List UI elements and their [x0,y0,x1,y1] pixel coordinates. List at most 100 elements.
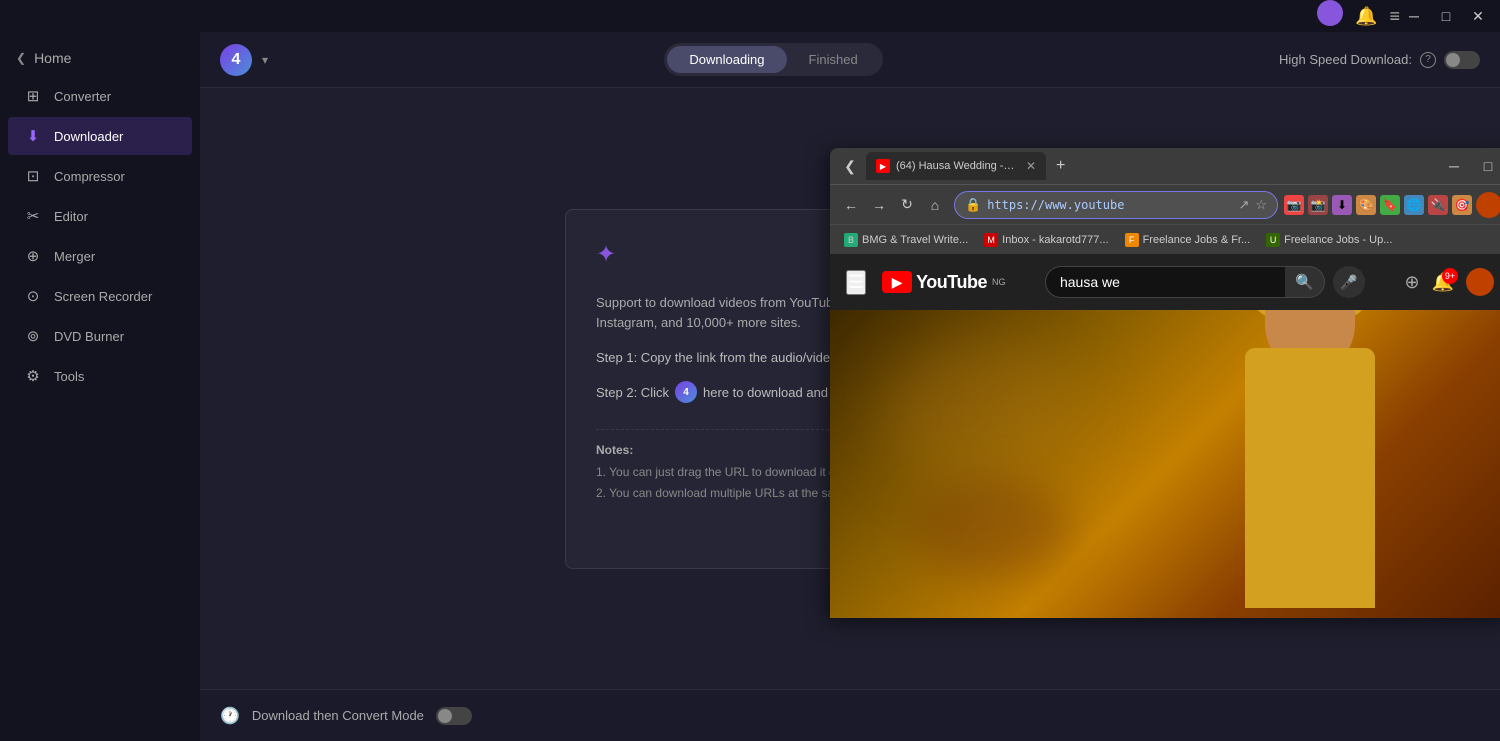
compressor-label: Compressor [54,169,125,184]
sidebar-item-screen-recorder[interactable]: ⊙ Screen Recorder [8,277,192,315]
sidebar-item-dvd-burner[interactable]: ⊚ DVD Burner [8,317,192,355]
editor-label: Editor [54,209,88,224]
bottom-bar: 🕐 Download then Convert Mode [200,689,1500,741]
ext-icon-1[interactable]: 📷 [1284,195,1304,215]
bookmark-freelance2[interactable]: U Freelance Jobs - Up... [1260,231,1398,249]
step-logo[interactable]: 4 [675,381,697,403]
freelance2-label: Freelance Jobs - Up... [1284,234,1392,246]
top-bar: 4 ▾ Downloading Finished High Speed Down… [200,32,1500,88]
logo-dropdown[interactable]: ▾ [262,53,268,67]
sidebar-item-compressor[interactable]: ⊡ Compressor [8,157,192,195]
sparkle-icon: ✦ [596,240,616,269]
bg-blob-2 [910,478,1070,578]
address-lock-icon: 🔒 [965,197,981,213]
thumbnail-figure [1190,310,1430,618]
browser-user-avatar[interactable] [1476,192,1500,218]
browser-new-tab-button[interactable]: + [1050,157,1071,175]
freelance1-label: Freelance Jobs & Fr... [1143,234,1251,246]
browser-tab-active[interactable]: ▶ (64) Hausa Wedding - Zahra & ✕ [866,152,1046,180]
ext-icon-8[interactable]: 🎯 [1452,195,1472,215]
ext-icon-7[interactable]: 🔌 [1428,195,1448,215]
menu-icon[interactable]: ≡ [1389,6,1400,27]
high-speed-toggle[interactable] [1444,51,1480,69]
compressor-icon: ⊡ [24,167,42,185]
browser-tab-back-btn[interactable]: ❮ [838,154,862,178]
ext-icon-6[interactable]: 🌐 [1404,195,1424,215]
browser-tab-close[interactable]: ✕ [1026,159,1036,173]
youtube-video-area[interactable] [830,310,1500,618]
youtube-header: ☰ ▶ YouTube NG 🔍 🎤 [830,254,1500,310]
browser-maximize-button[interactable]: □ [1474,156,1500,176]
app-body: ❮ Home ⊞ Converter ⬇ Downloader ⊡ Compre… [0,32,1500,741]
downloader-icon: ⬇ [24,127,42,145]
bookmarks-bar: B BMG & Travel Write... M Inbox - kakaro… [830,224,1500,254]
video-thumbnail [830,310,1500,618]
browser-home-button[interactable]: ⌂ [922,192,948,218]
minimize-button[interactable]: ─ [1400,6,1428,26]
screen-recorder-label: Screen Recorder [54,289,152,304]
youtube-search-button[interactable]: 🔍 [1285,266,1325,298]
gmail-favicon: M [984,233,998,247]
bookmark-star-icon[interactable]: ☆ [1255,197,1267,213]
share-icon[interactable]: ↗ [1238,197,1249,213]
app-logo[interactable]: 4 [220,44,252,76]
body [1245,348,1375,608]
maximize-button[interactable]: □ [1432,6,1460,26]
sidebar-item-editor[interactable]: ✂ Editor [8,197,192,235]
youtube-search-input[interactable] [1045,266,1285,298]
youtube-mic-button[interactable]: 🎤 [1333,266,1365,298]
notification-icon[interactable]: 🔔 [1355,6,1377,27]
help-icon[interactable]: ? [1420,52,1436,68]
browser-youtube-content: ☰ ▶ YouTube NG 🔍 🎤 [830,254,1500,618]
clock-icon: 🕐 [220,706,240,726]
screen-recorder-icon: ⊙ [24,287,42,305]
sidebar-item-converter[interactable]: ⊞ Converter [8,77,192,115]
yt-notifications-button[interactable]: 🔔 9+ [1432,272,1454,293]
dvd-burner-label: DVD Burner [54,329,124,344]
collapse-icon: ❮ [16,51,26,65]
sidebar-item-home[interactable]: ❮ Home [0,40,200,76]
youtube-logo[interactable]: ▶ YouTube NG [882,271,1005,293]
browser-refresh-button[interactable]: ↻ [894,192,920,218]
close-button[interactable]: ✕ [1464,6,1492,26]
user-avatar-icon[interactable] [1317,0,1343,32]
browser-forward-button[interactable]: → [866,192,892,218]
ext-icon-2[interactable]: 📸 [1308,195,1328,215]
browser-back-button[interactable]: ← [838,192,864,218]
tab-switcher: Downloading Finished [664,43,882,76]
converter-label: Converter [54,89,111,104]
address-input[interactable] [987,198,1232,212]
window-controls: ─ □ ✕ [1400,6,1492,26]
download-mode-toggle[interactable] [436,707,472,725]
yt-create-button[interactable]: ⊕ [1404,272,1419,293]
tools-icon: ⚙ [24,367,42,385]
tab-finished[interactable]: Finished [787,46,880,73]
browser-nav-buttons: ← → ↻ ⌂ [838,192,948,218]
yt-menu-button[interactable]: ☰ [846,270,866,295]
bookmark-freelance1[interactable]: F Freelance Jobs & Fr... [1119,231,1257,249]
sidebar-item-merger[interactable]: ⊕ Merger [8,237,192,275]
sidebar-item-tools[interactable]: ⚙ Tools [8,357,192,395]
browser-titlebar: ❮ ▶ (64) Hausa Wedding - Zahra & ✕ + ─ □ [830,148,1500,184]
tools-label: Tools [54,369,84,384]
youtube-country: NG [992,277,1006,287]
browser-toolbar: ← → ↻ ⌂ 🔒 ↗ ☆ 📷 [830,184,1500,224]
bookmark-gmail[interactable]: M Inbox - kakarotd777... [978,231,1114,249]
ext-icon-3[interactable]: ⬇ [1332,195,1352,215]
address-bar[interactable]: 🔒 ↗ ☆ [954,191,1278,219]
ext-icon-5[interactable]: 🔖 [1380,195,1400,215]
browser-window-controls: ─ □ [1440,156,1500,176]
bookmark-bmg[interactable]: B BMG & Travel Write... [838,231,974,249]
tab-downloading[interactable]: Downloading [667,46,786,73]
yt-user-avatar[interactable] [1466,268,1494,296]
browser-tab-area: ❮ ▶ (64) Hausa Wedding - Zahra & ✕ + [838,152,1071,180]
browser-minimize-button[interactable]: ─ [1440,156,1468,176]
ext-icon-4[interactable]: 🎨 [1356,195,1376,215]
converter-icon: ⊞ [24,87,42,105]
sidebar-item-downloader[interactable]: ⬇ Downloader [8,117,192,155]
main-content: 4 ▾ Downloading Finished High Speed Down… [200,32,1500,741]
title-bar: 🔔 ≡ ─ □ ✕ [0,0,1500,32]
bg-blob-1 [880,340,1080,490]
dvd-burner-icon: ⊚ [24,327,42,345]
sidebar: ❮ Home ⊞ Converter ⬇ Downloader ⊡ Compre… [0,32,200,741]
